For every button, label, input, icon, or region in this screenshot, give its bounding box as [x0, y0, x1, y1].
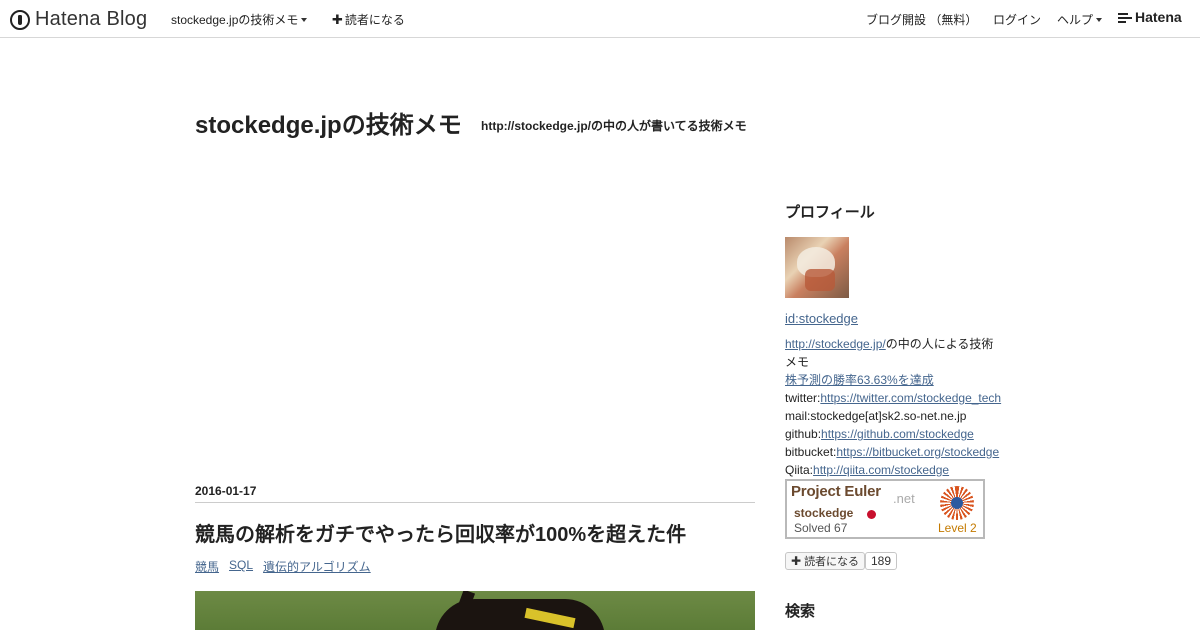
- bitbucket-link[interactable]: https://bitbucket.org/stockedge: [836, 445, 999, 459]
- profile-text: の中の人による技術: [885, 337, 994, 351]
- subscriber-count[interactable]: 189: [865, 552, 898, 570]
- euler-level-emblem-icon: [940, 486, 974, 520]
- entry-horse-photo: [195, 591, 755, 630]
- subscribe-label: 読者になる: [344, 13, 405, 27]
- hatena-logo[interactable]: Hatena: [1118, 9, 1182, 25]
- japan-flag-icon: [867, 510, 876, 519]
- chevron-down-icon: [301, 17, 308, 22]
- mail-text: mail:stockedge[at]sk2.so-net.ne.jp: [785, 409, 967, 423]
- blog-title[interactable]: stockedge.jpの技術メモ: [195, 105, 462, 140]
- login-link[interactable]: ログイン: [993, 11, 1041, 28]
- qiita-link[interactable]: http://qiita.com/stockedge: [813, 463, 949, 477]
- brand-name: Hatena Blog: [35, 8, 148, 30]
- twitter-label: twitter:: [785, 391, 821, 405]
- global-header: Hatena Blog stockedge.jpの技術メモ ✚ 読者になる ブログ…: [0, 0, 1200, 38]
- euler-username: stockedge: [794, 506, 854, 520]
- subscribe-link[interactable]: ✚ 読者になる: [332, 11, 405, 28]
- hatena-logo-text: Hatena: [1135, 9, 1182, 25]
- stock-prediction-link[interactable]: 株予測の勝率63.63%を達成: [785, 373, 934, 387]
- qiita-label: Qiita:: [785, 463, 814, 477]
- subscribe-button-label: 読者になる: [804, 556, 860, 568]
- category-link[interactable]: SQL: [229, 558, 253, 575]
- chevron-down-icon: [1096, 17, 1103, 22]
- plus-icon: ✚: [791, 554, 802, 568]
- entry-categories: 競馬 SQL 遺伝的アルゴリズム: [195, 558, 371, 575]
- euler-solved-count: Solved 67: [794, 521, 848, 535]
- hatena-blog-icon: [10, 9, 30, 30]
- subscribe-button[interactable]: ✚ 読者になる: [785, 552, 866, 570]
- github-label: github:: [785, 427, 822, 441]
- bitbucket-label: bitbucket:: [785, 445, 837, 459]
- entry-divider: [195, 502, 755, 503]
- profile-heading: プロフィール: [785, 204, 875, 221]
- blog-menu-dropdown[interactable]: stockedge.jpの技術メモ: [171, 11, 308, 28]
- search-heading: 検索: [785, 603, 816, 620]
- blog-description: http://stockedge.jp/の中の人が書いてる技術メモ: [481, 119, 747, 133]
- open-blog-link[interactable]: ブログ開設 （無料）: [866, 11, 977, 28]
- euler-net: .net: [893, 491, 915, 506]
- euler-level: Level 2: [938, 521, 977, 535]
- profile-avatar[interactable]: [785, 237, 849, 298]
- blog-menu-label: stockedge.jpの技術メモ: [171, 13, 299, 27]
- hatena-mark-icon: [1118, 12, 1132, 23]
- hatena-blog-logo[interactable]: Hatena Blog: [10, 8, 147, 31]
- github-link[interactable]: https://github.com/stockedge: [821, 427, 974, 441]
- euler-title: Project Euler: [791, 483, 881, 500]
- help-label: ヘルプ: [1057, 13, 1094, 27]
- category-link[interactable]: 遺伝的アルゴリズム: [263, 558, 371, 575]
- profile-id-link[interactable]: id:stockedge: [785, 311, 858, 326]
- help-menu-dropdown[interactable]: ヘルプ: [1057, 11, 1103, 28]
- project-euler-badge[interactable]: Project Euler .net stockedge Solved 67 L…: [785, 479, 985, 539]
- entry-title[interactable]: 競馬の解析をガチでやったら回収率が100%を超えた件: [195, 518, 686, 547]
- twitter-link[interactable]: https://twitter.com/stockedge_tech: [820, 391, 1001, 405]
- profile-text: メモ: [785, 355, 810, 369]
- plus-icon: ✚: [332, 12, 343, 27]
- profile-description: http://stockedge.jp/の中の人による技術 メモ 株予測の勝率6…: [785, 335, 1005, 479]
- entry-date[interactable]: 2016-01-17: [195, 484, 256, 498]
- category-link[interactable]: 競馬: [195, 558, 219, 575]
- site-link[interactable]: http://stockedge.jp/: [785, 337, 886, 351]
